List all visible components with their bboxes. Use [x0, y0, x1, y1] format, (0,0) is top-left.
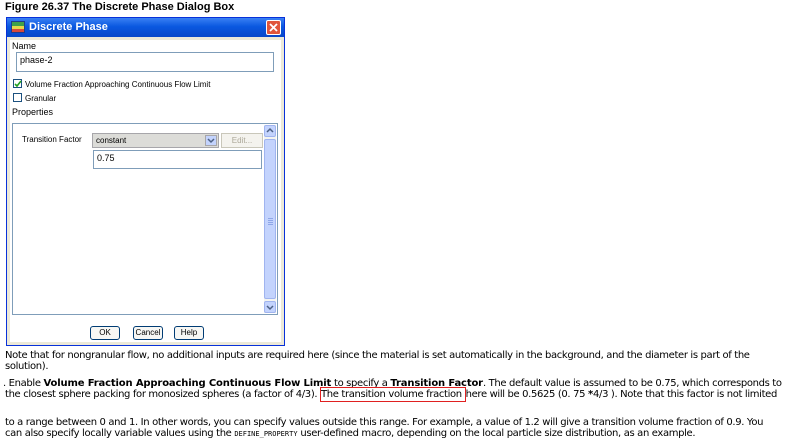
highlighted-phrase: The transition volume fraction: [320, 387, 466, 402]
method-dropdown[interactable]: constant: [92, 133, 219, 148]
granular-checkbox[interactable]: [13, 93, 22, 102]
checkmark-icon: [14, 80, 22, 88]
help-button[interactable]: Help: [174, 326, 204, 340]
chevron-down-icon: [266, 305, 274, 311]
name-label: Name: [12, 41, 37, 51]
close-icon: [269, 23, 278, 32]
chevron-down-icon: [207, 138, 215, 144]
close-button[interactable]: [266, 20, 281, 35]
define-property-macro: DEFINE_PROPERTY: [234, 430, 298, 438]
cancel-button[interactable]: Cancel: [133, 326, 163, 340]
dropdown-button[interactable]: [205, 135, 217, 146]
granular-label: Granular: [25, 94, 57, 103]
properties-panel: Transition Factor constant Edit... 0.75: [12, 123, 278, 315]
scroll-thumb[interactable]: [264, 139, 276, 299]
figure-caption: Figure 26.37 The Discrete Phase Dialog B…: [5, 1, 235, 13]
paragraph-range: to a range between 0 and 1. In other wor…: [5, 417, 764, 439]
vf-limit-checkbox[interactable]: [13, 79, 22, 88]
properties-label: Properties: [12, 107, 54, 117]
dialog-body: Name phase-2 Volume Fraction Approaching…: [10, 40, 281, 342]
properties-scrollbar[interactable]: [264, 125, 276, 313]
vf-limit-label: Volume Fraction Approaching Continuous F…: [25, 80, 211, 89]
dialog-titlebar[interactable]: Discrete Phase: [7, 18, 284, 37]
ok-button[interactable]: OK: [90, 326, 120, 340]
transition-factor-input[interactable]: 0.75: [93, 150, 262, 169]
paragraph-enable-vf: . Enable Volume Fraction Approaching Con…: [3, 378, 782, 402]
method-value: constant: [96, 136, 127, 145]
dialog-title: Discrete Phase: [29, 21, 108, 33]
name-input[interactable]: phase-2: [16, 52, 274, 72]
scroll-down-button[interactable]: [264, 301, 276, 313]
transition-factor-label: Transition Factor: [22, 135, 82, 144]
edit-button[interactable]: Edit...: [221, 133, 263, 148]
app-icon: [11, 21, 25, 33]
bold-vf-limit: Volume Fraction Approaching Continuous F…: [43, 378, 332, 389]
discrete-phase-dialog: Discrete Phase Name phase-2 Volume Fract…: [6, 17, 285, 346]
paragraph-nongranular: Note that for nongranular flow, no addit…: [5, 350, 750, 372]
chevron-up-icon: [266, 127, 274, 133]
scroll-up-button[interactable]: [264, 125, 276, 137]
